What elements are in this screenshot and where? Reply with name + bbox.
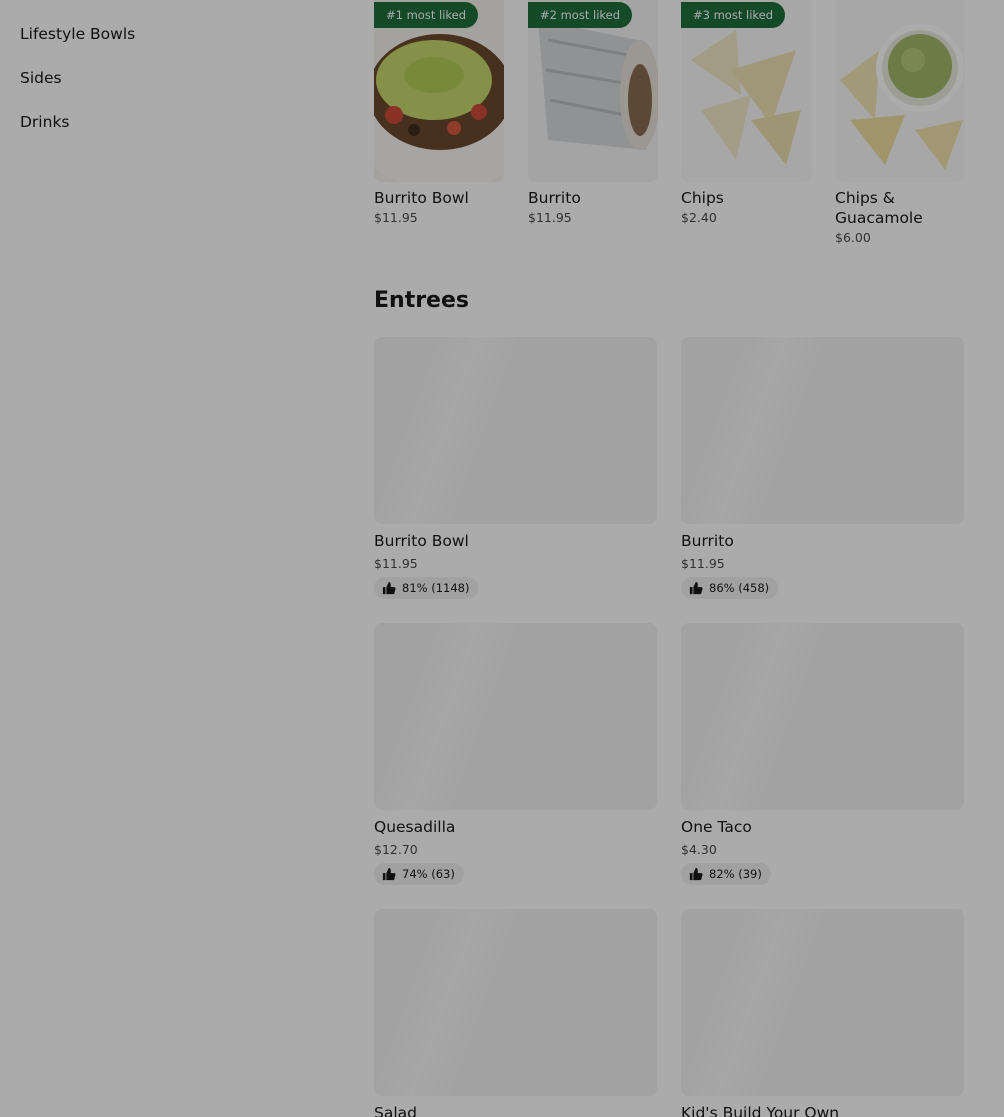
store-menu-page: Lifestyle Bowls Sides Drinks #1 most lik… <box>0 0 1004 1117</box>
modal-backdrop[interactable] <box>0 0 1004 1117</box>
